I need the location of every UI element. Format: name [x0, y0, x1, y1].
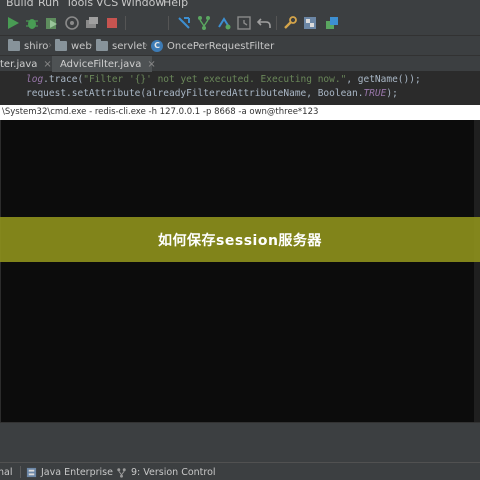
menu-run[interactable]: Run	[38, 0, 59, 9]
breadcrumb-item-shiro[interactable]: shiro	[8, 39, 48, 53]
vcs-push-icon[interactable]	[216, 15, 232, 31]
breadcrumb: shiro › web › servlet › C OncePerRequest…	[0, 36, 480, 56]
main-toolbar	[0, 10, 480, 36]
statusbar-divider	[20, 466, 21, 478]
tab-filter-java[interactable]: ter.java ×	[0, 56, 52, 72]
java-enterprise-icon	[26, 467, 37, 477]
breadcrumb-item-web[interactable]: web	[55, 39, 92, 53]
run-icon[interactable]	[5, 15, 21, 31]
tab-advicefilter-java[interactable]: AdviceFilter.java ×	[52, 56, 156, 72]
menu-vcs[interactable]: VCS	[96, 0, 118, 9]
breadcrumb-chevron-icon: ›	[48, 40, 52, 51]
tool-window-java-enterprise[interactable]: Java Enterprise	[26, 465, 113, 479]
build-icon[interactable]	[84, 15, 100, 31]
breadcrumb-chevron-icon: ›	[144, 40, 148, 51]
tool-window-version-control[interactable]: 9: Version Control	[116, 465, 216, 479]
tab-label: AdviceFilter.java	[60, 58, 142, 70]
breadcrumb-label: OncePerRequestFilter	[167, 40, 275, 52]
coverage-icon[interactable]	[44, 15, 60, 31]
toolbar-divider	[168, 16, 169, 30]
code-editor[interactable]: log.trace("Filter '{}' not yet executed.…	[0, 72, 480, 102]
toolbar-divider	[125, 16, 126, 30]
code-token: .trace(	[43, 74, 84, 85]
breadcrumb-item-class[interactable]: C OncePerRequestFilter	[151, 39, 274, 53]
cmd-scrollbar[interactable]	[474, 120, 480, 422]
tab-label: ter.java	[0, 58, 38, 70]
code-field: TRUE	[363, 88, 387, 99]
code-token: , getName());	[346, 74, 421, 85]
vcs-update-icon[interactable]	[176, 15, 192, 31]
menu-tools[interactable]: Tools	[66, 0, 93, 9]
tools-icon[interactable]	[282, 15, 298, 31]
title-banner: 如何保存session服务器	[0, 217, 480, 262]
menu-bar: Build Run Tools VCS Window Help	[0, 0, 480, 10]
menu-build[interactable]: Build	[6, 0, 34, 9]
code-token: );	[386, 88, 398, 99]
banner-title: 如何保存session服务器	[158, 232, 322, 249]
ide-lower-panel	[0, 422, 480, 462]
toolbar-divider	[276, 16, 277, 30]
folder-icon	[96, 39, 108, 51]
menu-help[interactable]: Help	[163, 0, 188, 9]
folder-icon	[55, 39, 67, 51]
code-string: "Filter '{}' not yet executed. Executing…	[83, 74, 347, 85]
code-line: log.trace("Filter '{}' not yet executed.…	[26, 74, 421, 85]
undo-icon[interactable]	[256, 15, 272, 31]
close-icon[interactable]: ×	[43, 59, 51, 70]
debug-icon[interactable]	[24, 15, 40, 31]
vcs-branch-icon[interactable]	[196, 15, 212, 31]
tool-window-bar: nal Java Enterprise 9: Version Control	[0, 462, 480, 480]
structure-icon[interactable]	[302, 15, 318, 31]
code-line: request.setAttribute(alreadyFilteredAttr…	[26, 88, 398, 99]
tool-window-terminal[interactable]: nal	[0, 465, 12, 479]
folder-icon	[8, 39, 20, 51]
editor-tabs: ter.java × AdviceFilter.java ×	[0, 56, 480, 72]
stop-icon[interactable]	[104, 15, 120, 31]
tool-window-label: 9: Version Control	[131, 466, 216, 478]
profile-icon[interactable]	[64, 15, 80, 31]
breadcrumb-label: servlet	[112, 40, 147, 52]
cmd-window-title[interactable]: \System32\cmd.exe - redis-cli.exe -h 127…	[0, 105, 480, 120]
history-icon[interactable]	[236, 15, 252, 31]
menu-window[interactable]: Window	[121, 0, 164, 9]
tool-window-label: Java Enterprise	[41, 466, 113, 478]
code-token: request.setAttribute(alreadyFilteredAttr…	[26, 88, 364, 99]
breadcrumb-label: shiro	[24, 40, 49, 52]
cmd-console[interactable]	[0, 120, 474, 422]
project-structure-icon[interactable]	[324, 15, 340, 31]
breadcrumb-item-servlet[interactable]: servlet	[96, 39, 146, 53]
close-icon[interactable]: ×	[147, 59, 155, 70]
breadcrumb-chevron-icon: ›	[89, 40, 93, 51]
version-control-icon	[117, 467, 126, 478]
code-token: log	[26, 74, 44, 85]
tool-window-label: nal	[0, 466, 13, 478]
class-icon: C	[151, 40, 163, 52]
